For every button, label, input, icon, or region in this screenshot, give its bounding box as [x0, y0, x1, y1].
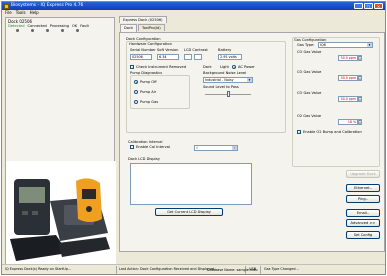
gas-config-group	[292, 37, 380, 167]
battery-field[interactable]: 2.95 volts	[218, 54, 242, 60]
status-gas-type: Gas Type Changed...	[264, 267, 299, 271]
check-instrument-label: Check Instrument Removed	[136, 65, 186, 69]
o2-value-field[interactable]: 18 %	[338, 119, 358, 125]
app-window: Biosystems - IQ Express Pro 4.76 _ □ × F…	[1, 1, 386, 275]
soft-version-field[interactable]: 6.34	[157, 54, 179, 60]
pump-gas-label: Pump Gas	[140, 100, 159, 104]
serial-number-field[interactable]: 02506	[130, 54, 152, 60]
status-light-processing	[46, 29, 49, 32]
set-config-button[interactable]: Set Config	[346, 231, 380, 239]
ac-power-radio[interactable]	[232, 65, 236, 69]
column-ok: OK	[72, 24, 78, 28]
close-button[interactable]: ×	[374, 3, 383, 9]
menu-tools[interactable]: Tools	[16, 10, 26, 16]
minimize-button[interactable]: _	[354, 3, 363, 9]
email-button[interactable]: Email..	[346, 209, 380, 217]
pump-off-label: Pump Off	[140, 80, 157, 84]
dock-status-columns: Detected Connected Processing OK Fault	[8, 24, 89, 28]
light-label: Light	[220, 65, 229, 69]
gas-value-label-1: CO Gas Value	[297, 50, 322, 54]
status-light-ok	[61, 29, 64, 32]
enable-o2-label: Enable O2 Bump and Calibration	[303, 130, 362, 134]
battery-label: Battery	[218, 48, 232, 52]
pump-air-label: Pump Air	[140, 90, 157, 94]
gas-value-field-2[interactable]: 50.0 ppm	[338, 75, 358, 81]
maximize-button[interactable]: □	[364, 3, 373, 9]
upgrade-dock-button[interactable]: Upgrade Dock	[346, 170, 380, 178]
status-light-fault	[76, 29, 79, 32]
status-light-detected	[16, 29, 19, 32]
soft-version-label: Soft Version	[157, 48, 179, 52]
gas-value-spinner-1[interactable]: ▴ ▾	[358, 55, 362, 61]
dock-lcd-title: Dock LCD Display	[128, 157, 160, 161]
hardware-config-title: Hardware Configuration	[129, 42, 172, 46]
get-lcd-display-button[interactable]: Get Current LCD Display	[155, 208, 223, 216]
sound-level-thumb[interactable]	[226, 91, 230, 97]
tab-toxipro[interactable]: ToxiPro(Id)	[138, 24, 165, 31]
column-fault: Fault	[80, 24, 89, 28]
enable-o2-checkbox[interactable]	[297, 130, 301, 135]
gas-value-field-1[interactable]: 50.0 ppm	[338, 55, 358, 61]
gas-value-field-3[interactable]: 50.0 ppm	[338, 96, 358, 102]
status-database-name: Database Name: sample.mdb	[207, 268, 258, 272]
status-lights	[16, 29, 79, 32]
lcd-contrast-label: LCD Contrast	[184, 48, 208, 52]
cal-interval-select[interactable]: 0	[194, 145, 238, 151]
lcd-display-area[interactable]	[130, 163, 252, 205]
pump-diagnostics-group	[130, 75, 190, 109]
o2-value-spinner[interactable]: ▴ ▾	[358, 119, 362, 125]
dock-device-image	[6, 161, 116, 265]
pump-gas-radio[interactable]	[134, 100, 138, 104]
gas-type-select[interactable]: IQ6	[318, 42, 373, 48]
sound-level-label: Sound Level to Pass	[203, 85, 239, 89]
enable-cal-interval-checkbox[interactable]	[130, 145, 134, 149]
status-separator	[260, 266, 261, 274]
dark-label: Dark	[203, 65, 212, 69]
status-separator	[116, 266, 117, 274]
ping-button[interactable]: Ping..	[346, 195, 380, 203]
enable-cal-interval-label: Enable Cal Interval	[136, 145, 170, 149]
gas-value-label-2: CO Gas Value	[297, 70, 322, 74]
app-icon	[4, 3, 9, 9]
gas-type-label: Gas Type:	[297, 43, 315, 47]
status-ready-text: IQ Express Dock(s) Ready on StartUp...	[5, 267, 72, 271]
background-noise-label: Background Noise Level	[203, 71, 247, 75]
serial-number-label: Serial Number	[130, 48, 156, 52]
menu-help[interactable]: Help	[30, 10, 39, 16]
gas-value-spinner-3[interactable]: ▴ ▾	[358, 96, 362, 102]
ethernet-button[interactable]: Ethernet..	[346, 184, 380, 192]
tab-express-dock[interactable]: Express Dock (02506)	[119, 16, 167, 23]
background-noise-select[interactable]: Industrial - Noisy	[203, 77, 253, 83]
check-instrument-checkbox[interactable]	[130, 65, 134, 70]
dock-config-panel: Dock Configuration Hardware Configuratio…	[119, 32, 385, 252]
pump-air-radio[interactable]	[134, 90, 138, 94]
lcd-contrast-field-2[interactable]	[194, 54, 202, 60]
status-light-connected	[31, 29, 34, 32]
column-processing: Processing	[49, 24, 70, 28]
ac-power-label: AC Power	[238, 65, 255, 69]
o2-value-label: O2 Gas Value	[297, 114, 322, 118]
column-connected: Connected	[27, 24, 47, 28]
menu-bar: File Tools Help	[2, 10, 385, 16]
column-detected: Detected	[8, 24, 25, 28]
gas-value-label-3: CO Gas Value	[297, 91, 322, 95]
advanced-button[interactable]: Advanced >>	[346, 219, 380, 227]
calibration-interval-title: Calibration Interval	[128, 140, 163, 144]
sub-tab-strip: Dock ToxiPro(Id)	[120, 24, 165, 32]
lcd-contrast-field[interactable]	[184, 54, 192, 60]
window-title: Biosystems - IQ Express Pro 4.76	[11, 3, 84, 8]
title-bar: Biosystems - IQ Express Pro 4.76 _ □ ×	[2, 2, 385, 10]
dock-list-panel: Dock 02506 Detected Connected Processing…	[5, 17, 116, 265]
pump-off-radio[interactable]	[134, 80, 138, 84]
menu-file[interactable]: File	[5, 10, 12, 16]
tab-dock[interactable]: Dock	[120, 24, 138, 32]
gas-value-spinner-2[interactable]: ▴ ▾	[358, 75, 362, 81]
status-last-action: Last Action: Dock Configuration Received…	[119, 267, 219, 271]
status-bar: IQ Express Dock(s) Ready on StartUp... L…	[2, 264, 385, 274]
